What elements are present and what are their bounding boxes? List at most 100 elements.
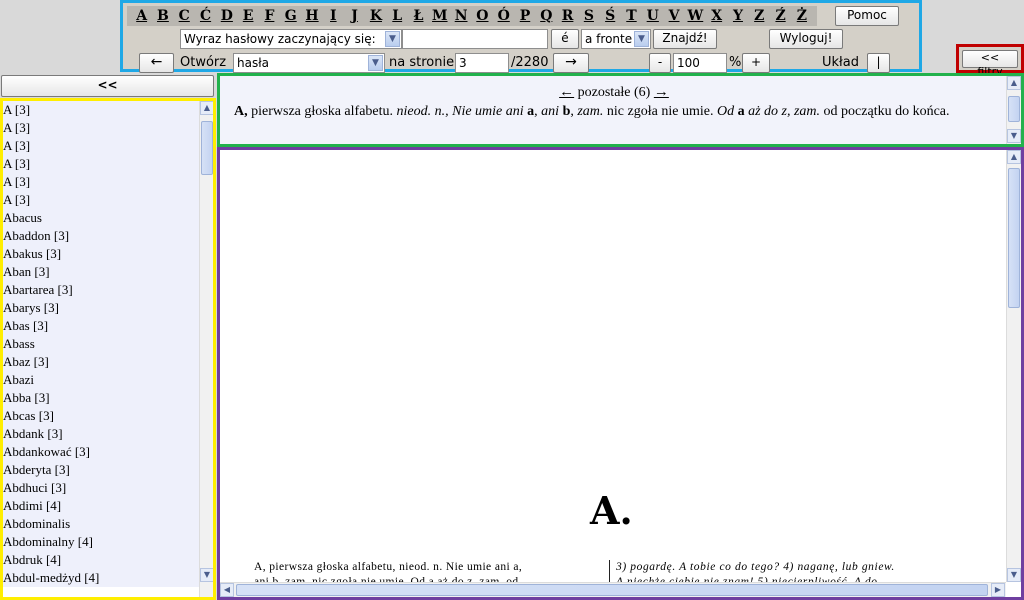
definition-panel: ← pozostałe (6) → A, pierwsza głoska alf… [217, 73, 1024, 147]
scroll-thumb[interactable] [201, 121, 213, 175]
scan-vertical-scrollbar[interactable]: ▲ ▼ [1006, 150, 1021, 582]
letter-link[interactable]: S [578, 6, 599, 26]
list-item[interactable]: Abaz [3] [3, 353, 199, 371]
letter-link[interactable]: V [663, 6, 684, 26]
definition-fragment: od początku do końca. [820, 104, 950, 119]
layout-button[interactable]: | [867, 53, 890, 73]
list-item[interactable]: Aban [3] [3, 263, 199, 281]
letter-link[interactable]: O [472, 6, 493, 26]
list-item[interactable]: Abaddon [3] [3, 227, 199, 245]
list-item[interactable]: Abdul-medżyd [4] [3, 569, 199, 587]
list-item[interactable]: Abacus [3, 209, 199, 227]
zoom-in-button[interactable]: + [742, 53, 770, 73]
letter-link[interactable]: Ś [600, 6, 621, 26]
definition-fragment: a [737, 104, 745, 119]
letter-link[interactable]: B [152, 6, 173, 26]
letter-link[interactable]: Z [749, 6, 770, 26]
letter-link[interactable]: Ó [493, 6, 514, 26]
list-item[interactable]: Abdankować [3] [3, 443, 199, 461]
list-item[interactable]: Abdank [3] [3, 425, 199, 443]
scroll-thumb[interactable] [236, 584, 988, 596]
letter-link[interactable]: E [237, 6, 258, 26]
special-char-button[interactable]: é [551, 29, 579, 49]
scroll-thumb[interactable] [1008, 168, 1020, 308]
find-button[interactable]: Znajdź! [653, 29, 717, 49]
letter-link[interactable]: I [323, 6, 344, 26]
next-page-button[interactable]: → [553, 53, 589, 73]
page-number-input[interactable]: 3 [455, 53, 509, 73]
scroll-down-icon[interactable]: ▼ [1007, 129, 1021, 143]
next-meaning-link[interactable]: → [654, 84, 669, 100]
letter-link[interactable]: T [621, 6, 642, 26]
entry-list: A [3] A [3] A [3] A [3] A [3] A [3] Abacus Abad… [0, 98, 216, 600]
list-item[interactable]: Abas [3] [3, 317, 199, 335]
direction-select[interactable]: a fronte ▼ [581, 29, 651, 49]
filters-button[interactable]: << filtry [962, 50, 1018, 78]
letter-link[interactable]: N [450, 6, 471, 26]
search-toolbar: ABCĆDEFGHIJKLŁMNOÓPQRSŚTUVWXYZŹŻ Pomoc W… [120, 0, 922, 73]
scroll-thumb[interactable] [1008, 96, 1020, 122]
open-select[interactable]: hasła ▼ [233, 53, 385, 73]
list-item[interactable]: A [3] [3, 173, 199, 191]
letter-link[interactable]: U [642, 6, 663, 26]
letter-link[interactable]: X [706, 6, 727, 26]
list-item[interactable]: A [3] [3, 191, 199, 209]
letter-link[interactable]: R [557, 6, 578, 26]
logout-button[interactable]: Wyloguj! [769, 29, 843, 49]
letter-link[interactable]: H [301, 6, 322, 26]
letter-link[interactable]: Ć [195, 6, 216, 26]
search-mode-select[interactable]: Wyraz hasłowy zaczynający się: ▼ [180, 29, 402, 49]
letter-link[interactable]: Ł [408, 6, 429, 26]
entry-list-scrollbar[interactable]: ▲ ▼ [199, 101, 213, 597]
letter-link[interactable]: L [387, 6, 408, 26]
list-item[interactable]: Abba [3] [3, 389, 199, 407]
scroll-down-icon[interactable]: ▼ [1007, 568, 1021, 582]
letter-link[interactable]: Y [727, 6, 748, 26]
list-item[interactable]: A [3] [3, 137, 199, 155]
list-item[interactable]: A [3] [3, 119, 199, 137]
letter-link[interactable]: C [174, 6, 195, 26]
scroll-right-icon[interactable]: ▶ [991, 583, 1005, 597]
list-item[interactable]: Abass [3, 335, 199, 353]
letter-link[interactable]: D [216, 6, 237, 26]
list-item[interactable]: Abartarea [3] [3, 281, 199, 299]
letter-link[interactable]: G [280, 6, 301, 26]
prev-meaning-link[interactable]: ← [559, 84, 574, 100]
letter-link[interactable]: M [429, 6, 450, 26]
list-item[interactable]: Abakus [3] [3, 245, 199, 263]
letter-link[interactable]: P [514, 6, 535, 26]
list-item[interactable]: Abazi [3, 371, 199, 389]
scroll-up-icon[interactable]: ▲ [1007, 150, 1021, 164]
definition-text: A, pierwsza głoska alfabetu. nieod. n., … [234, 103, 994, 121]
list-item[interactable]: Abdruk [4] [3, 551, 199, 569]
scroll-left-icon[interactable]: ◀ [220, 583, 234, 597]
letter-link[interactable]: Ź [770, 6, 791, 26]
list-item[interactable]: Abdimi [4] [3, 497, 199, 515]
search-input[interactable] [402, 29, 548, 49]
scroll-down-icon[interactable]: ▼ [200, 568, 213, 582]
help-button[interactable]: Pomoc [835, 6, 899, 26]
zoom-out-button[interactable]: - [649, 53, 671, 73]
letter-link[interactable]: A [131, 6, 152, 26]
list-item[interactable]: A [3] [3, 101, 199, 119]
list-item[interactable]: Abdhuci [3] [3, 479, 199, 497]
letter-link[interactable]: Ż [791, 6, 812, 26]
list-item[interactable]: A [3] [3, 155, 199, 173]
letter-link[interactable]: Q [536, 6, 557, 26]
scroll-up-icon[interactable]: ▲ [1007, 76, 1021, 90]
letter-link[interactable]: J [344, 6, 365, 26]
scan-horizontal-scrollbar[interactable]: ◀ ▶ [220, 582, 1006, 597]
letter-link[interactable]: W [685, 6, 706, 26]
list-item[interactable]: Abderyta [3] [3, 461, 199, 479]
letter-link[interactable]: F [259, 6, 280, 26]
list-item[interactable]: Abdominalny [4] [3, 533, 199, 551]
list-item[interactable]: Abdominalis [3, 515, 199, 533]
list-item[interactable]: Abarys [3] [3, 299, 199, 317]
scroll-up-icon[interactable]: ▲ [200, 101, 213, 115]
collapse-sidebar-button[interactable]: << [1, 75, 214, 97]
letter-link[interactable]: K [365, 6, 386, 26]
definition-scrollbar[interactable]: ▲ ▼ [1006, 76, 1021, 144]
prev-page-button[interactable]: ← [139, 53, 174, 73]
list-item[interactable]: Abcas [3] [3, 407, 199, 425]
zoom-input[interactable]: 100 [673, 53, 727, 73]
